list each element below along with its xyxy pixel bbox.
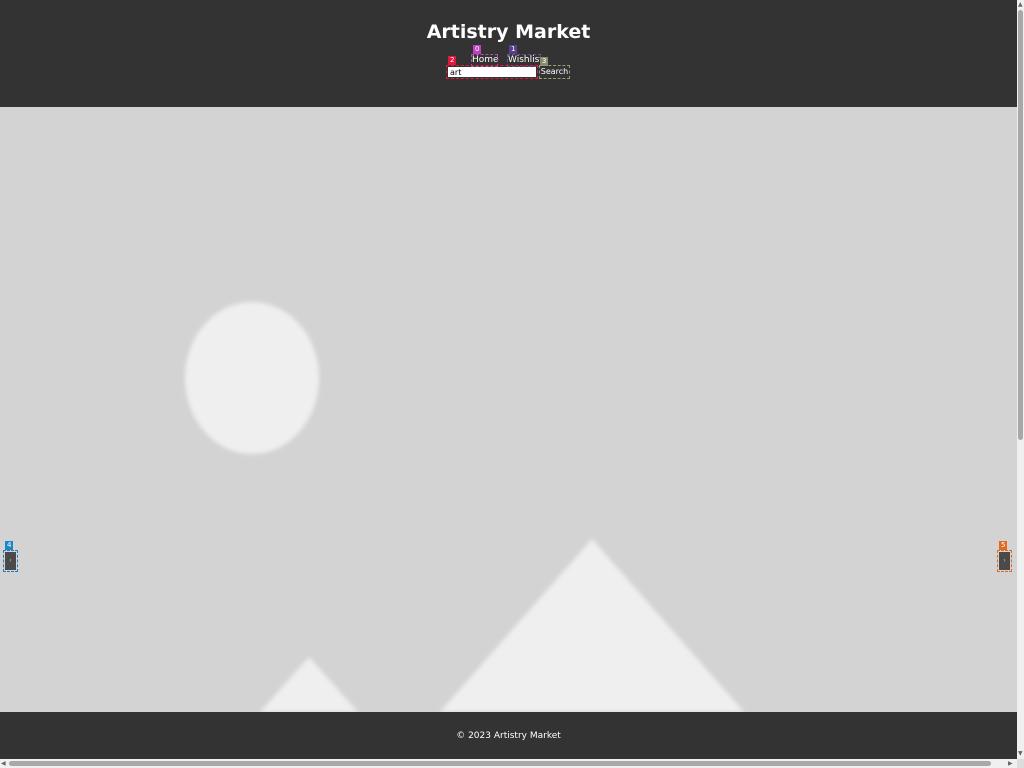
nav-link-home[interactable]: Home bbox=[471, 54, 499, 67]
chevron-right-icon: › bbox=[1003, 558, 1006, 564]
carousel-next-badge: 5 bbox=[999, 541, 1008, 550]
carousel-next-button[interactable]: › bbox=[997, 550, 1012, 572]
chevron-left-icon: ‹ bbox=[9, 558, 12, 564]
horizontal-scroll-thumb[interactable] bbox=[9, 761, 991, 766]
image-placeholder-icon bbox=[0, 107, 1017, 712]
search-input-badge: 2 bbox=[448, 56, 457, 65]
scrollbar-corner bbox=[1017, 759, 1024, 768]
nav-wishlist-badge: 1 bbox=[509, 45, 518, 54]
placeholder-background bbox=[0, 107, 1017, 712]
copyright-text: © 2023 Artistry Market bbox=[456, 731, 561, 741]
scroll-up-icon[interactable]: ▲ bbox=[1018, 1, 1023, 8]
nav-link-wishlist[interactable]: Wishlist bbox=[507, 54, 543, 67]
carousel-slide bbox=[0, 107, 1017, 712]
search-input[interactable] bbox=[446, 65, 538, 79]
carousel-prev-badge: 4 bbox=[5, 541, 14, 550]
vertical-scrollbar[interactable]: ▲ ▼ bbox=[1017, 0, 1024, 759]
carousel-prev-button[interactable]: ‹ bbox=[3, 550, 18, 572]
scroll-right-icon[interactable]: ▶ bbox=[1008, 760, 1013, 767]
placeholder-sun bbox=[185, 302, 319, 454]
vertical-scroll-thumb[interactable] bbox=[1018, 10, 1023, 440]
horizontal-scrollbar[interactable]: ◀ ▶ bbox=[0, 759, 1017, 768]
site-header: Artistry Market 0 Home 1 Wishlist 2 3 Se… bbox=[0, 0, 1017, 107]
search-button[interactable]: Search bbox=[539, 65, 570, 79]
nav-home-badge: 0 bbox=[473, 45, 482, 54]
site-title: Artistry Market bbox=[426, 21, 591, 43]
search-button-badge: 3 bbox=[540, 57, 549, 66]
scroll-left-icon[interactable]: ◀ bbox=[1, 760, 6, 767]
scroll-down-icon[interactable]: ▼ bbox=[1018, 750, 1023, 757]
page-viewport: Artistry Market 0 Home 1 Wishlist 2 3 Se… bbox=[0, 0, 1017, 759]
site-footer: © 2023 Artistry Market bbox=[0, 712, 1017, 759]
